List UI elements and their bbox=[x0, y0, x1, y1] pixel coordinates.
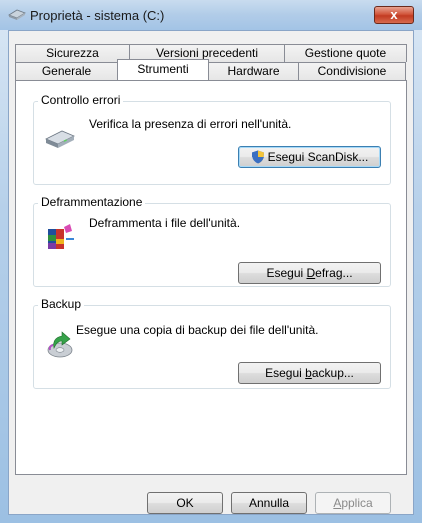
window-title: Proprietà - sistema (C:) bbox=[30, 8, 165, 23]
tab-general[interactable]: Generale bbox=[15, 62, 118, 80]
cancel-button[interactable]: Annulla bbox=[231, 492, 307, 514]
ok-button[interactable]: OK bbox=[147, 492, 223, 514]
scandisk-button[interactable]: Esegui ScanDisk... bbox=[238, 146, 381, 168]
backup-label-post: ackup... bbox=[311, 366, 354, 380]
backup-label-pre: Esegui bbox=[265, 366, 306, 380]
drive-icon bbox=[45, 130, 75, 148]
apply-label-rest: pplica bbox=[341, 496, 373, 510]
backup-description: Esegue una copia di backup dei file dell… bbox=[76, 323, 319, 337]
group-error-check: Controllo errori Verifica la presenza di… bbox=[33, 93, 391, 185]
defrag-button[interactable]: Esegui Defrag... bbox=[238, 262, 381, 284]
backup-icon bbox=[47, 331, 73, 358]
uac-shield-icon bbox=[251, 150, 264, 164]
tab-sharing[interactable]: Condivisione bbox=[298, 62, 406, 80]
backup-label-key: b bbox=[305, 366, 312, 380]
group-backup: Backup Esegue una copia di backup dei fi… bbox=[33, 297, 391, 389]
tab-row-back: Sicurezza Versioni precedenti Gestione q… bbox=[15, 44, 407, 62]
scandisk-label: Esegui ScanDisk... bbox=[267, 150, 369, 164]
defrag-label-key: D bbox=[306, 266, 316, 280]
tab-security[interactable]: Sicurezza bbox=[15, 44, 130, 62]
drive-icon bbox=[8, 9, 26, 20]
group-title-defrag: Deframmentazione bbox=[38, 195, 146, 209]
group-title-backup: Backup bbox=[38, 297, 85, 311]
defrag-icon bbox=[48, 224, 74, 249]
tab-tools[interactable]: Strumenti bbox=[117, 59, 209, 80]
properties-dialog: Sicurezza Versioni precedenti Gestione q… bbox=[8, 30, 414, 515]
tools-panel: Controllo errori Verifica la presenza di… bbox=[15, 80, 407, 475]
close-button[interactable]: x bbox=[374, 6, 414, 24]
error-check-description: Verifica la presenza di errori nell'unit… bbox=[89, 117, 292, 131]
defrag-label-post: efrag... bbox=[315, 266, 353, 280]
group-title-error-check: Controllo errori bbox=[38, 93, 124, 107]
tab-row-front: Generale Strumenti Hardware Condivisione bbox=[15, 59, 407, 80]
apply-button[interactable]: Applica bbox=[315, 492, 391, 514]
tab-quota[interactable]: Gestione quote bbox=[284, 44, 407, 62]
backup-button[interactable]: Esegui backup... bbox=[238, 362, 381, 384]
defrag-description: Deframmenta i file dell'unità. bbox=[89, 216, 241, 230]
defrag-label-pre: Esegui bbox=[266, 266, 307, 280]
group-defrag: Deframmentazione Deframmenta i file dell… bbox=[33, 195, 391, 287]
title-bar[interactable]: Proprietà - sistema (C:) x bbox=[0, 0, 422, 30]
tab-hardware[interactable]: Hardware bbox=[208, 62, 299, 80]
